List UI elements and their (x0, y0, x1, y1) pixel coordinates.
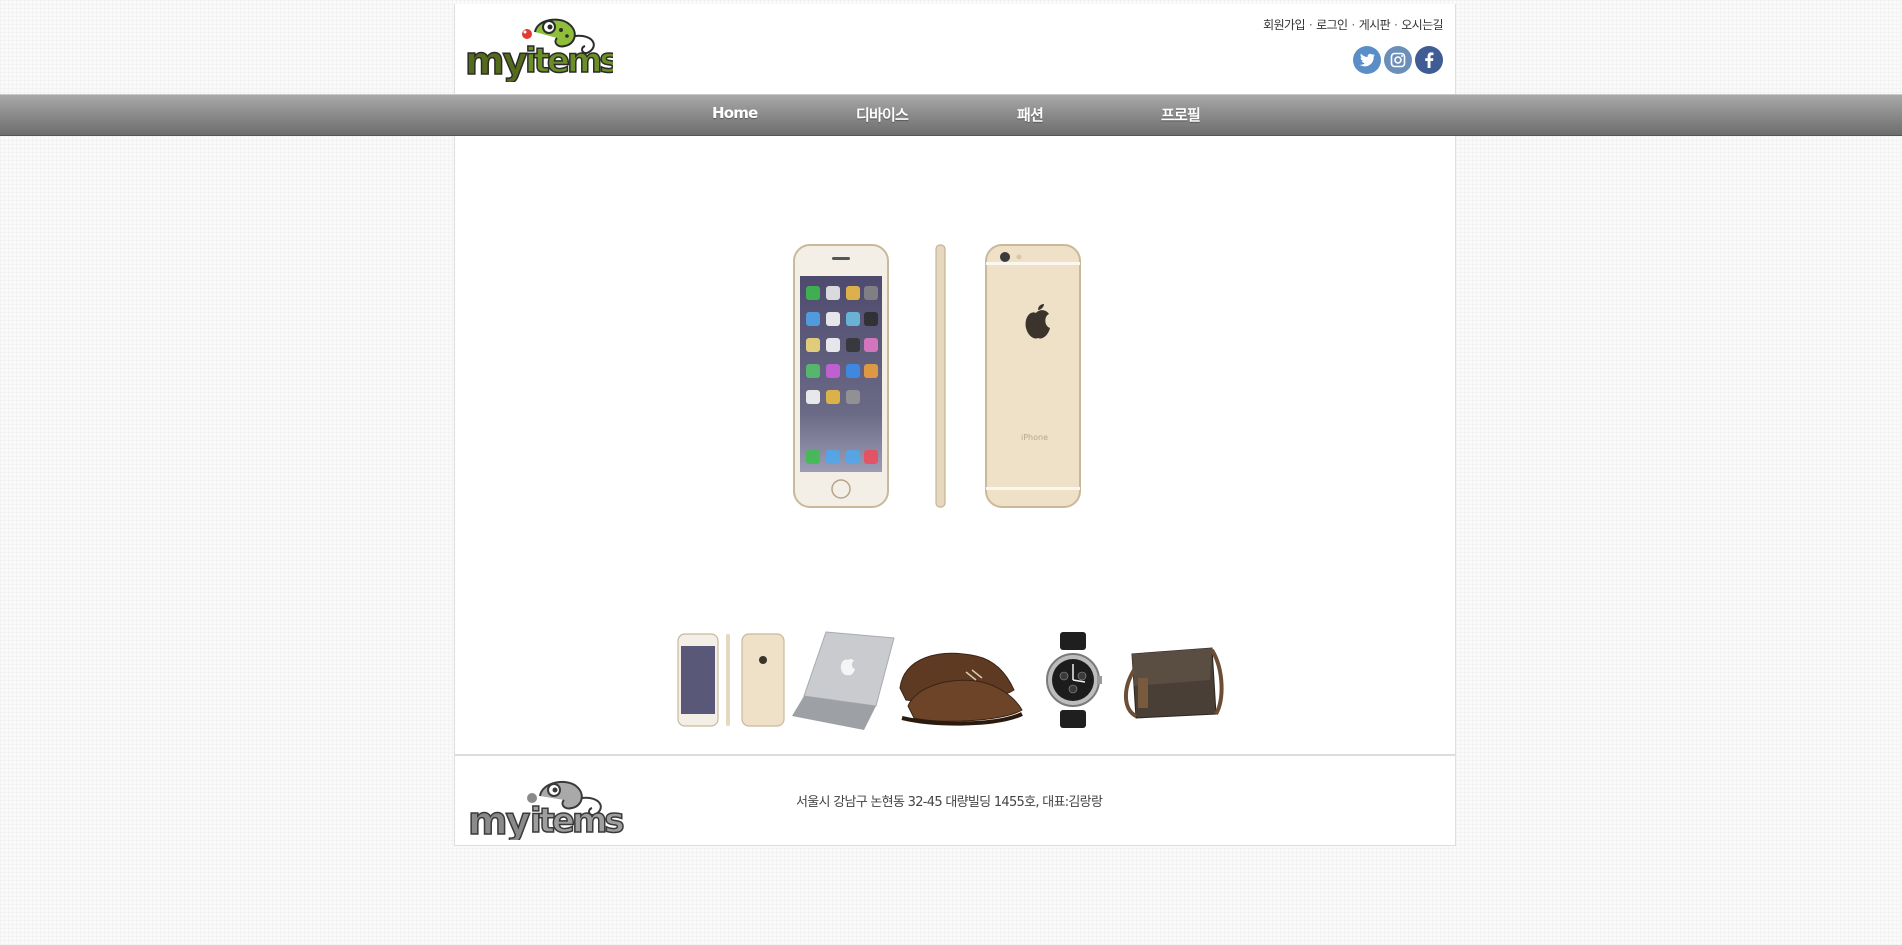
site-logo[interactable]: my items (465, 14, 613, 82)
separator: · (1308, 18, 1313, 32)
nav-fashion[interactable]: 패션 (1017, 104, 1044, 125)
social-links (1353, 46, 1443, 74)
footer-address: 서울시 강남구 논현동 32-45 대량빌딩 1455호, 대표:김랑랑 (796, 795, 1103, 810)
main-nav: Home 디바이스 패션 프로필 (0, 94, 1902, 136)
bag-thumbnail[interactable] (1124, 647, 1224, 719)
separator: · (1394, 18, 1398, 32)
signup-link[interactable]: 회원가입 (1263, 18, 1305, 32)
board-link[interactable]: 게시판 (1359, 18, 1391, 32)
facebook-icon[interactable] (1415, 46, 1443, 74)
macbook-thumbnail[interactable] (792, 631, 895, 730)
svg-text:my: my (465, 39, 528, 82)
shoes-thumbnail[interactable] (899, 652, 1023, 726)
top-links: 회원가입 · 로그인 · 게시판 · 오시는길 (1263, 16, 1443, 33)
iphone-side (935, 244, 946, 508)
instagram-icon[interactable] (1384, 46, 1412, 74)
watch-thumbnail[interactable] (1046, 632, 1102, 728)
footer-divider (455, 754, 1455, 756)
svg-text:my: my (468, 799, 531, 840)
nav-profile[interactable]: 프로필 (1161, 104, 1201, 125)
twitter-icon[interactable] (1353, 46, 1381, 74)
iphone-back: iPhone (985, 244, 1081, 508)
svg-text:items: items (525, 41, 613, 81)
nav-devices[interactable]: 디바이스 (856, 104, 909, 125)
login-link[interactable]: 로그인 (1316, 18, 1348, 32)
directions-link[interactable]: 오시는길 (1401, 18, 1443, 32)
iphone-thumbnail[interactable] (677, 633, 785, 727)
svg-text:items: items (530, 801, 623, 840)
nav-home[interactable]: Home (712, 104, 758, 122)
header: my items 회원가입 · 로그인 · 게시판 · 오시는길 (455, 4, 1455, 94)
separator: · (1351, 18, 1355, 32)
thumbnail-strip (677, 631, 1224, 730)
svg-text:iPhone: iPhone (1021, 433, 1048, 442)
iphone-front (793, 244, 889, 508)
footer-logo: my items (468, 780, 626, 840)
hero-product-image: iPhone (793, 244, 1081, 508)
